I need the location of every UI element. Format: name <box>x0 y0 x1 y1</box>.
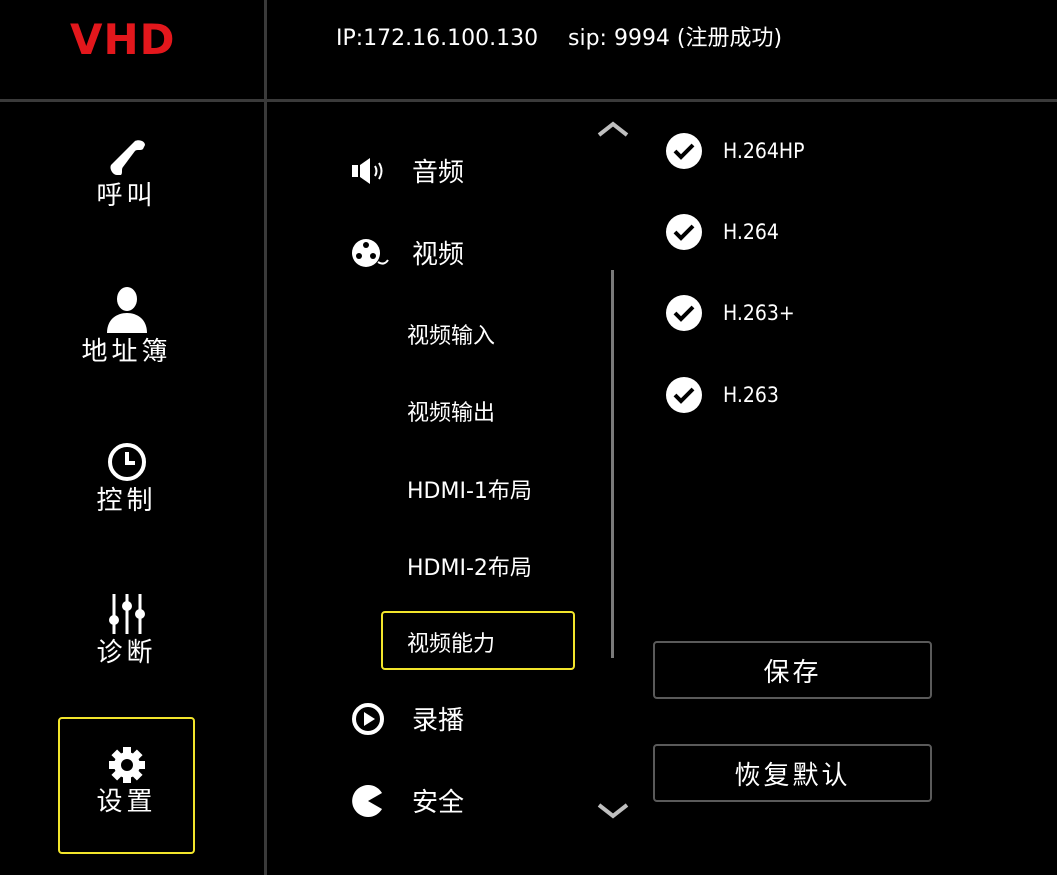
nav-settings-label: 设置 <box>96 787 157 817</box>
shield-icon <box>352 784 382 817</box>
checkbox-checked-icon[interactable] <box>666 214 702 250</box>
sliders-icon <box>108 594 145 634</box>
nav-settings[interactable]: 设置 <box>58 717 195 854</box>
sip-status: sip: 9994 (注册成功) <box>568 26 783 51</box>
nav-address-book-label: 地址簿 <box>81 337 172 367</box>
scroll-down-icon[interactable] <box>596 802 630 820</box>
divider-vertical <box>264 0 267 875</box>
speaker-icon <box>352 157 383 184</box>
vhd-logo: VHD <box>70 15 176 64</box>
codec-h264hp-label: H.264HP <box>723 139 805 163</box>
codec-h263[interactable]: H.263 <box>666 377 779 413</box>
submenu-video-capability-label: 视频能力 <box>407 632 496 657</box>
scrollbar[interactable] <box>611 270 614 658</box>
save-button[interactable]: 保存 <box>653 641 932 699</box>
checkbox-checked-icon[interactable] <box>666 377 702 413</box>
codec-h264[interactable]: H.264 <box>666 214 779 250</box>
ip-address: IP:172.16.100.130 <box>336 26 539 51</box>
user-icon <box>106 287 147 333</box>
menu-audio[interactable]: 音频 <box>350 152 464 189</box>
menu-audio-label: 音频 <box>412 158 465 188</box>
codec-h263plus-label: H.263+ <box>723 301 795 325</box>
play-circle-icon <box>352 702 384 735</box>
menu-security-label: 安全 <box>412 788 465 818</box>
submenu-video-capability[interactable]: 视频能力 <box>381 611 575 670</box>
codec-h263-label: H.263 <box>723 383 779 407</box>
submenu-hdmi2-layout[interactable]: HDMI-2布局 <box>407 550 532 582</box>
phone-icon <box>109 140 145 175</box>
submenu-hdmi1-layout[interactable]: HDMI-1布局 <box>407 473 532 505</box>
menu-video-label: 视频 <box>412 240 465 270</box>
nav-control-label: 控制 <box>96 486 157 516</box>
checkbox-checked-icon[interactable] <box>666 133 702 169</box>
nav-control[interactable]: 控制 <box>58 440 195 518</box>
nav-call[interactable]: 呼叫 <box>58 135 195 213</box>
menu-security[interactable]: 安全 <box>350 782 464 819</box>
restore-default-button[interactable]: 恢复默认 <box>653 744 932 802</box>
menu-video[interactable]: 视频 <box>350 234 464 271</box>
nav-diagnose-label: 诊断 <box>96 638 157 668</box>
nav-call-label: 呼叫 <box>96 181 157 211</box>
submenu-video-output[interactable]: 视频输出 <box>407 395 495 427</box>
scroll-up-icon[interactable] <box>596 120 630 138</box>
menu-record-label: 录播 <box>412 706 465 736</box>
codec-h264hp[interactable]: H.264HP <box>666 133 805 169</box>
divider-horizontal <box>0 99 1057 102</box>
nav-address-book[interactable]: 地址簿 <box>58 285 195 369</box>
codec-h264-label: H.264 <box>723 220 779 244</box>
checkbox-checked-icon[interactable] <box>666 295 702 331</box>
film-reel-icon <box>352 238 389 267</box>
menu-record[interactable]: 录播 <box>350 700 464 737</box>
submenu-video-input[interactable]: 视频输入 <box>407 318 495 350</box>
codec-h263plus[interactable]: H.263+ <box>666 295 795 331</box>
gear-icon <box>108 747 145 783</box>
clock-icon <box>107 443 146 481</box>
nav-diagnose[interactable]: 诊断 <box>58 592 195 670</box>
